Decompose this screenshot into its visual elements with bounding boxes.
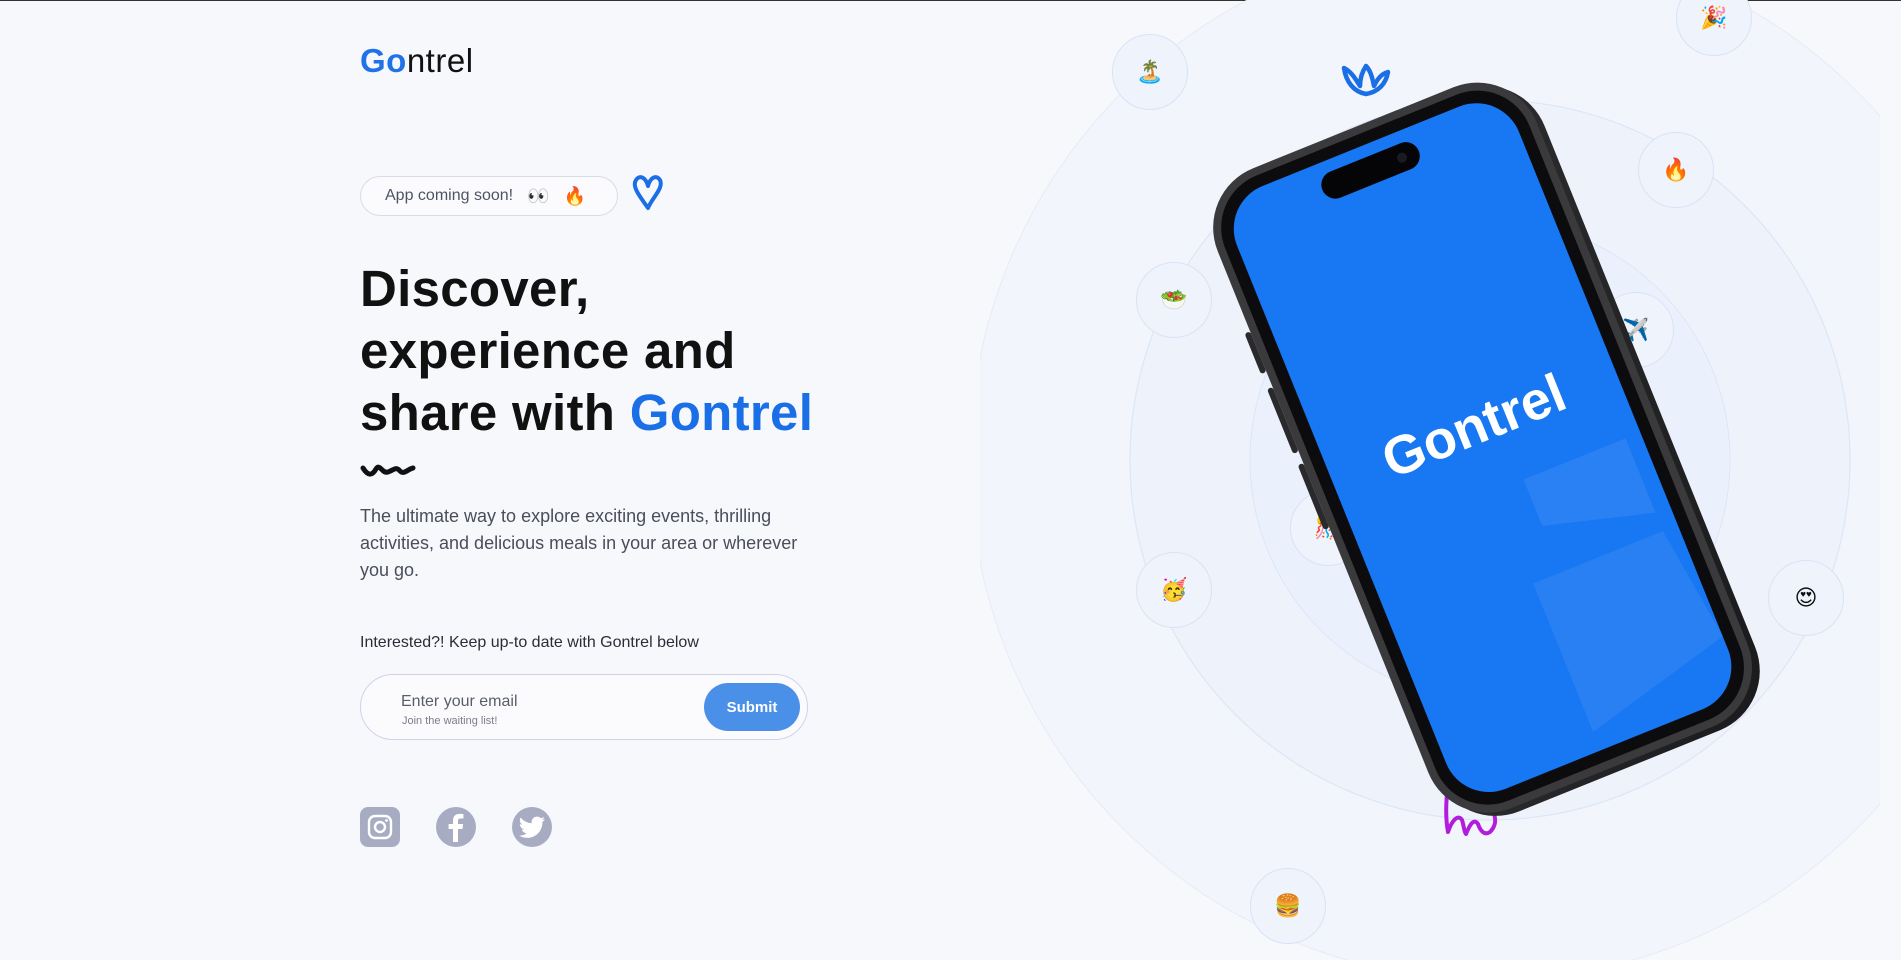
- fire-emoji: 🔥: [563, 185, 586, 206]
- headline-line-2: experience and: [360, 322, 736, 379]
- waitlist-form: Join the waiting list! Submit: [360, 674, 808, 740]
- hero-headline: Discover, experience and share with Gont…: [360, 258, 880, 444]
- coming-soon-badge: App coming soon! 👀 🔥: [360, 176, 618, 216]
- party-emoji-bubble: 🎉: [1676, 0, 1752, 56]
- heart-doodle-icon: [632, 175, 663, 210]
- facebook-icon[interactable]: [436, 807, 476, 847]
- instagram-glyph-icon: [367, 814, 393, 840]
- logo-mark: Go: [360, 42, 407, 79]
- hero-description: The ultimate way to explore exciting eve…: [360, 506, 798, 580]
- submit-button[interactable]: Submit: [704, 683, 800, 731]
- email-input[interactable]: [401, 693, 671, 711]
- headline-line-3: share with Gontrel: [360, 382, 880, 444]
- badge-label: App coming soon!: [385, 187, 514, 204]
- headline-line-1: Discover,: [360, 260, 590, 317]
- twitter-icon[interactable]: [512, 807, 552, 847]
- phone-illustration: Gontrel: [1213, 82, 1760, 816]
- top-border: [0, 0, 1901, 1]
- gontrel-logo[interactable]: Go ntrel: [360, 42, 474, 80]
- eyes-emoji: 👀: [527, 185, 550, 206]
- squiggle-doodle-icon: [360, 464, 416, 477]
- phone-mockup: Gontrel: [1180, 70, 1800, 830]
- facebook-glyph-icon: [448, 813, 464, 842]
- signup-prompt: Interested?! Keep up-to date with Gontre…: [360, 634, 699, 651]
- logo-text: ntrel: [406, 42, 474, 79]
- email-hint: Join the waiting list!: [402, 715, 498, 727]
- beach-emoji-bubble: 🏝️: [1112, 34, 1188, 110]
- burger-emoji-bubble: 🍔: [1250, 868, 1326, 944]
- headline-line-3-prefix: share with: [360, 384, 630, 441]
- headline-brand: Gontrel: [629, 384, 814, 441]
- instagram-icon[interactable]: [360, 807, 400, 847]
- twitter-glyph-icon: [519, 816, 545, 838]
